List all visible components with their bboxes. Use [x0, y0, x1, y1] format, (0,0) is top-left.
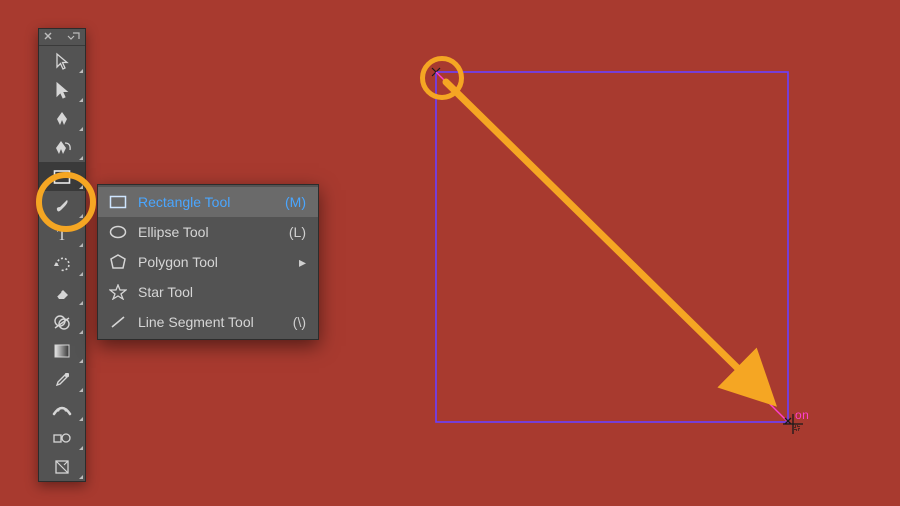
tool-curvature[interactable] [39, 133, 85, 162]
smartguide-line [436, 72, 788, 422]
tool-list: T [39, 46, 85, 481]
flyout-item-polygon[interactable]: Polygon Tool ▸ [98, 247, 318, 277]
tool-eraser[interactable] [39, 278, 85, 307]
svg-text:T: T [57, 227, 67, 244]
flyout-item-shortcut: (L) [289, 224, 306, 240]
polygon-icon [108, 254, 128, 270]
tool-eyedropper[interactable] [39, 365, 85, 394]
flyout-item-label: Line Segment Tool [138, 314, 293, 330]
panel-header [39, 29, 85, 46]
pen-icon [53, 110, 71, 128]
flyout-item-label: Star Tool [138, 284, 306, 300]
start-anchor-icon [432, 68, 440, 76]
rectangle-tool-flyout: Rectangle Tool (M) Ellipse Tool (L) Poly… [97, 184, 319, 340]
star-icon [108, 284, 128, 300]
direct-selection-icon [53, 81, 71, 99]
tool-scissors[interactable] [39, 452, 85, 481]
tool-paintbrush[interactable] [39, 191, 85, 220]
eyedropper-icon [53, 371, 71, 389]
rectangle-icon [108, 195, 128, 209]
flyout-item-shortcut: (\) [293, 314, 306, 330]
curvature-icon [52, 139, 72, 157]
selection-icon [53, 52, 71, 70]
tool-pen[interactable] [39, 104, 85, 133]
gradient-icon [53, 342, 71, 360]
rectangle-icon [52, 168, 72, 186]
flyout-item-label: Polygon Tool [138, 254, 293, 270]
type-icon: T [53, 226, 71, 244]
flyout-item-star[interactable]: Star Tool [98, 277, 318, 307]
width-icon [52, 400, 72, 418]
flyout-item-label: Rectangle Tool [138, 194, 285, 210]
tool-gradient[interactable] [39, 336, 85, 365]
drawn-rectangle [436, 72, 788, 422]
line-icon [108, 314, 128, 330]
ellipse-icon [108, 225, 128, 239]
submenu-indicator-icon: ▸ [299, 254, 306, 271]
scissors-icon [53, 458, 71, 476]
flyout-item-label: Ellipse Tool [138, 224, 289, 240]
smartguide-label: on [795, 408, 809, 422]
tool-direct-selection[interactable] [39, 75, 85, 104]
flyout-item-shortcut: (M) [285, 194, 306, 210]
tool-width[interactable] [39, 394, 85, 423]
paintbrush-icon [53, 197, 71, 215]
tool-rotate[interactable] [39, 249, 85, 278]
close-icon[interactable] [39, 29, 85, 45]
flyout-item-rectangle[interactable]: Rectangle Tool (M) [98, 187, 318, 217]
tool-rectangle[interactable] [39, 162, 85, 191]
tool-selection[interactable] [39, 46, 85, 75]
drag-arrow-annotation [446, 82, 762, 392]
rotate-icon [53, 255, 71, 273]
flyout-item-ellipse[interactable]: Ellipse Tool (L) [98, 217, 318, 247]
tool-type[interactable]: T [39, 220, 85, 249]
flyout-item-line[interactable]: Line Segment Tool (\) [98, 307, 318, 337]
tool-shape-builder[interactable] [39, 307, 85, 336]
eraser-icon [52, 284, 72, 302]
blend-icon [52, 429, 72, 447]
tool-blend[interactable] [39, 423, 85, 452]
tools-panel: T [38, 28, 86, 482]
highlight-ring-start [420, 56, 464, 100]
shape-builder-icon [52, 313, 72, 331]
